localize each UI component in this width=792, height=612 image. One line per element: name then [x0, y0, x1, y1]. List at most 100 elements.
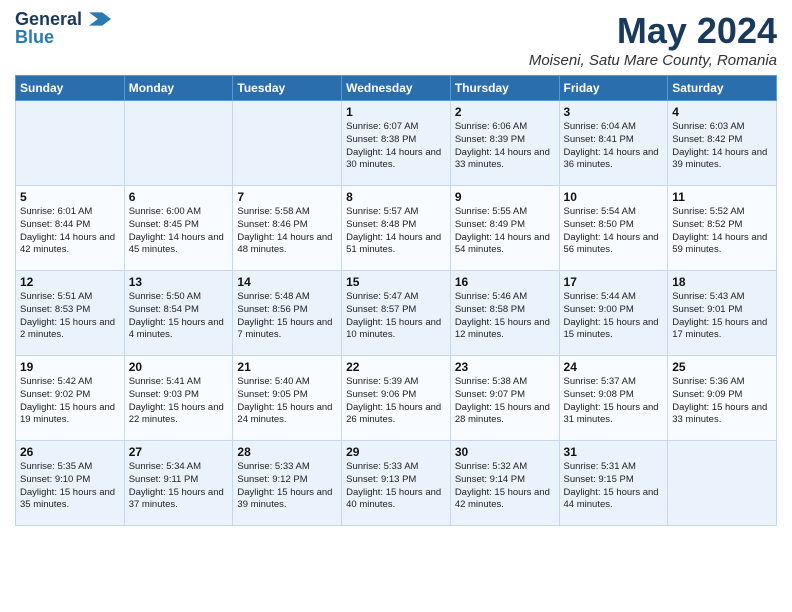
day-number: 20 — [129, 360, 229, 374]
day-info: Sunrise: 5:42 AM Sunset: 9:02 PM Dayligh… — [20, 376, 120, 427]
day-info: Sunrise: 5:36 AM Sunset: 9:09 PM Dayligh… — [672, 376, 772, 427]
calendar-cell: 14 Sunrise: 5:48 AM Sunset: 8:56 PM Dayli… — [233, 271, 342, 356]
day-info: Sunrise: 5:34 AM Sunset: 9:11 PM Dayligh… — [129, 461, 229, 512]
calendar-cell: 10 Sunrise: 5:54 AM Sunset: 8:50 PM Dayli… — [559, 186, 668, 271]
calendar-cell: 13 Sunrise: 5:50 AM Sunset: 8:54 PM Dayli… — [124, 271, 233, 356]
day-info: Sunrise: 5:55 AM Sunset: 8:49 PM Dayligh… — [455, 206, 555, 257]
calendar-cell: 20 Sunrise: 5:41 AM Sunset: 9:03 PM Dayli… — [124, 356, 233, 441]
calendar-cell: 8 Sunrise: 5:57 AM Sunset: 8:48 PM Daylig… — [342, 186, 451, 271]
calendar-cell: 6Sunrise: 6:00 AM Sunset: 8:45 PM Daylig… — [124, 186, 233, 271]
day-number: 26 — [20, 445, 120, 459]
day-info: Sunrise: 5:46 AM Sunset: 8:58 PM Dayligh… — [455, 291, 555, 342]
calendar-week-row: 12Sunrise: 5:51 AM Sunset: 8:53 PM Dayli… — [16, 271, 777, 356]
calendar-cell — [233, 101, 342, 186]
calendar-week-row: 5 Sunrise: 6:01 AM Sunset: 8:44 PM Daylig… — [16, 186, 777, 271]
day-info: Sunrise: 5:57 AM Sunset: 8:48 PM Dayligh… — [346, 206, 446, 257]
day-info: Sunrise: 6:04 AM Sunset: 8:41 PM Dayligh… — [564, 121, 664, 172]
header-tuesday: Tuesday — [233, 76, 342, 101]
logo-blue: Blue — [15, 28, 54, 48]
day-number: 22 — [346, 360, 446, 374]
day-info: Sunrise: 5:37 AM Sunset: 9:08 PM Dayligh… — [564, 376, 664, 427]
calendar-cell: 26Sunrise: 5:35 AM Sunset: 9:10 PM Dayli… — [16, 441, 125, 526]
day-info: Sunrise: 5:41 AM Sunset: 9:03 PM Dayligh… — [129, 376, 229, 427]
logo: General Blue — [15, 10, 111, 48]
calendar-week-row: 26Sunrise: 5:35 AM Sunset: 9:10 PM Dayli… — [16, 441, 777, 526]
day-info: Sunrise: 5:44 AM Sunset: 9:00 PM Dayligh… — [564, 291, 664, 342]
calendar-cell: 5 Sunrise: 6:01 AM Sunset: 8:44 PM Daylig… — [16, 186, 125, 271]
day-info: Sunrise: 5:39 AM Sunset: 9:06 PM Dayligh… — [346, 376, 446, 427]
calendar-cell: 2Sunrise: 6:06 AM Sunset: 8:39 PM Daylig… — [450, 101, 559, 186]
calendar-header-row: SundayMondayTuesdayWednesdayThursdayFrid… — [16, 76, 777, 101]
calendar-cell: 16 Sunrise: 5:46 AM Sunset: 8:58 PM Dayli… — [450, 271, 559, 356]
day-number: 3 — [564, 105, 664, 119]
day-number: 1 — [346, 105, 446, 119]
day-info: Sunrise: 5:51 AM Sunset: 8:53 PM Dayligh… — [20, 291, 120, 342]
month-year-title: May 2024 — [529, 10, 777, 52]
header-saturday: Saturday — [668, 76, 777, 101]
day-info: Sunrise: 5:40 AM Sunset: 9:05 PM Dayligh… — [237, 376, 337, 427]
header-sunday: Sunday — [16, 76, 125, 101]
calendar-cell — [16, 101, 125, 186]
calendar-week-row: 1 Sunrise: 6:07 AM Sunset: 8:38 PM Daylig… — [16, 101, 777, 186]
day-number: 31 — [564, 445, 664, 459]
header-wednesday: Wednesday — [342, 76, 451, 101]
day-number: 13 — [129, 275, 229, 289]
calendar-cell: 31Sunrise: 5:31 AM Sunset: 9:15 PM Dayli… — [559, 441, 668, 526]
day-number: 16 — [455, 275, 555, 289]
calendar-table: SundayMondayTuesdayWednesdayThursdayFrid… — [15, 75, 777, 526]
day-info: Sunrise: 5:54 AM Sunset: 8:50 PM Dayligh… — [564, 206, 664, 257]
day-number: 24 — [564, 360, 664, 374]
calendar-cell: 4 Sunrise: 6:03 AM Sunset: 8:42 PM Daylig… — [668, 101, 777, 186]
day-number: 27 — [129, 445, 229, 459]
header-thursday: Thursday — [450, 76, 559, 101]
calendar-cell: 29 Sunrise: 5:33 AM Sunset: 9:13 PM Dayli… — [342, 441, 451, 526]
day-number: 19 — [20, 360, 120, 374]
day-number: 17 — [564, 275, 664, 289]
day-number: 4 — [672, 105, 772, 119]
day-number: 10 — [564, 190, 664, 204]
day-info: Sunrise: 5:48 AM Sunset: 8:56 PM Dayligh… — [237, 291, 337, 342]
calendar-cell: 25Sunrise: 5:36 AM Sunset: 9:09 PM Dayli… — [668, 356, 777, 441]
calendar-cell: 17 Sunrise: 5:44 AM Sunset: 9:00 PM Dayli… — [559, 271, 668, 356]
day-info: Sunrise: 6:01 AM Sunset: 8:44 PM Dayligh… — [20, 206, 120, 257]
location-subtitle: Moiseni, Satu Mare County, Romania — [529, 52, 777, 69]
day-info: Sunrise: 5:43 AM Sunset: 9:01 PM Dayligh… — [672, 291, 772, 342]
day-number: 18 — [672, 275, 772, 289]
calendar-cell: 24 Sunrise: 5:37 AM Sunset: 9:08 PM Dayli… — [559, 356, 668, 441]
calendar-cell: 3 Sunrise: 6:04 AM Sunset: 8:41 PM Daylig… — [559, 101, 668, 186]
day-number: 6 — [129, 190, 229, 204]
day-number: 14 — [237, 275, 337, 289]
calendar-cell: 9 Sunrise: 5:55 AM Sunset: 8:49 PM Daylig… — [450, 186, 559, 271]
calendar-cell — [124, 101, 233, 186]
day-number: 23 — [455, 360, 555, 374]
day-info: Sunrise: 6:06 AM Sunset: 8:39 PM Dayligh… — [455, 121, 555, 172]
day-number: 11 — [672, 190, 772, 204]
day-info: Sunrise: 5:33 AM Sunset: 9:13 PM Dayligh… — [346, 461, 446, 512]
calendar-cell: 15Sunrise: 5:47 AM Sunset: 8:57 PM Dayli… — [342, 271, 451, 356]
day-number: 8 — [346, 190, 446, 204]
day-number: 9 — [455, 190, 555, 204]
calendar-cell: 22 Sunrise: 5:39 AM Sunset: 9:06 PM Dayli… — [342, 356, 451, 441]
day-info: Sunrise: 5:38 AM Sunset: 9:07 PM Dayligh… — [455, 376, 555, 427]
day-number: 29 — [346, 445, 446, 459]
day-info: Sunrise: 5:58 AM Sunset: 8:46 PM Dayligh… — [237, 206, 337, 257]
header-monday: Monday — [124, 76, 233, 101]
day-info: Sunrise: 5:47 AM Sunset: 8:57 PM Dayligh… — [346, 291, 446, 342]
calendar-cell: 7Sunrise: 5:58 AM Sunset: 8:46 PM Daylig… — [233, 186, 342, 271]
day-info: Sunrise: 6:03 AM Sunset: 8:42 PM Dayligh… — [672, 121, 772, 172]
day-number: 5 — [20, 190, 120, 204]
calendar-cell: 27 Sunrise: 5:34 AM Sunset: 9:11 PM Dayli… — [124, 441, 233, 526]
day-info: Sunrise: 5:52 AM Sunset: 8:52 PM Dayligh… — [672, 206, 772, 257]
day-number: 28 — [237, 445, 337, 459]
calendar-cell: 28 Sunrise: 5:33 AM Sunset: 9:12 PM Dayli… — [233, 441, 342, 526]
day-info: Sunrise: 5:50 AM Sunset: 8:54 PM Dayligh… — [129, 291, 229, 342]
calendar-cell: 21 Sunrise: 5:40 AM Sunset: 9:05 PM Dayli… — [233, 356, 342, 441]
day-number: 21 — [237, 360, 337, 374]
header-friday: Friday — [559, 76, 668, 101]
logo-icon — [89, 12, 111, 26]
calendar-week-row: 19 Sunrise: 5:42 AM Sunset: 9:02 PM Dayli… — [16, 356, 777, 441]
day-info: Sunrise: 6:07 AM Sunset: 8:38 PM Dayligh… — [346, 121, 446, 172]
day-info: Sunrise: 5:33 AM Sunset: 9:12 PM Dayligh… — [237, 461, 337, 512]
calendar-cell: 19 Sunrise: 5:42 AM Sunset: 9:02 PM Dayli… — [16, 356, 125, 441]
page-header: General Blue May 2024 Moiseni, Satu Mare… — [15, 10, 777, 69]
